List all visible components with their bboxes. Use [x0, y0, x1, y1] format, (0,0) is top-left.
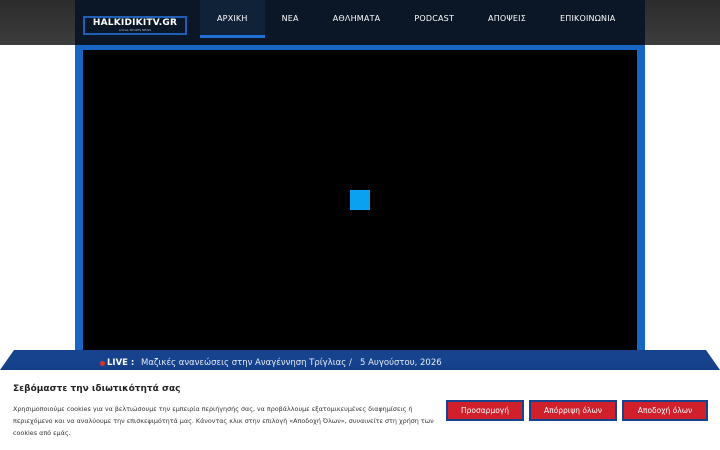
nav-item-opinions[interactable]: ΑΠΟΨΕΙΣ: [471, 0, 543, 38]
cookie-description: Χρησιμοποιούμε cookies για να βελτιώσουμ…: [13, 405, 434, 437]
loading-spinner-icon: [350, 190, 370, 210]
cookie-title: Σεβόμαστε την ιδιωτικότητά σας: [13, 384, 181, 394]
logo-tagline: LOCAL SPORTS NEWS: [118, 28, 152, 32]
reject-all-button[interactable]: Απόρριψη όλων: [529, 400, 617, 421]
nav-item-news[interactable]: ΝΕΑ: [265, 0, 316, 38]
accept-all-button[interactable]: Αποδοχή όλων: [622, 400, 708, 421]
live-date: 5 Αυγούστου, 2026: [360, 358, 442, 368]
main-nav: ΑΡΧΙΚΗ ΝΕΑ ΑΘΛΗΜΑΤΑ PODCAST ΑΠΟΨΕΙΣ ΕΠΙΚ…: [200, 0, 632, 45]
cookie-banner: Σεβόμαστε την ιδιωτικότητά σας Χρησιμοπο…: [0, 370, 720, 450]
live-label: LIVE :: [107, 358, 135, 368]
video-frame: [75, 45, 645, 355]
logo-text: HALKIDIKITV.GR: [92, 18, 178, 28]
nav-item-contact[interactable]: ΕΠΙΚΟΙΝΩΝΙΑ: [543, 0, 632, 38]
live-headline-link[interactable]: Μαζικές ανανεώσεις στην Αναγέννηση Τρίγλ…: [141, 358, 346, 369]
nav-item-home[interactable]: ΑΡΧΙΚΗ: [200, 0, 265, 38]
site-logo[interactable]: HALKIDIKITV.GR LOCAL SPORTS NEWS: [83, 16, 187, 35]
top-header: HALKIDIKITV.GR LOCAL SPORTS NEWS ΑΡΧΙΚΗ …: [0, 0, 720, 45]
nav-item-sports[interactable]: ΑΘΛΗΜΑΤΑ: [316, 0, 398, 38]
header-container: HALKIDIKITV.GR LOCAL SPORTS NEWS ΑΡΧΙΚΗ …: [75, 0, 645, 45]
video-player[interactable]: [83, 50, 637, 355]
live-dot-icon: [100, 361, 105, 366]
live-separator: /: [349, 358, 352, 368]
nav-item-podcast[interactable]: PODCAST: [397, 0, 471, 38]
customize-button[interactable]: Προσαρμογή: [446, 400, 524, 421]
